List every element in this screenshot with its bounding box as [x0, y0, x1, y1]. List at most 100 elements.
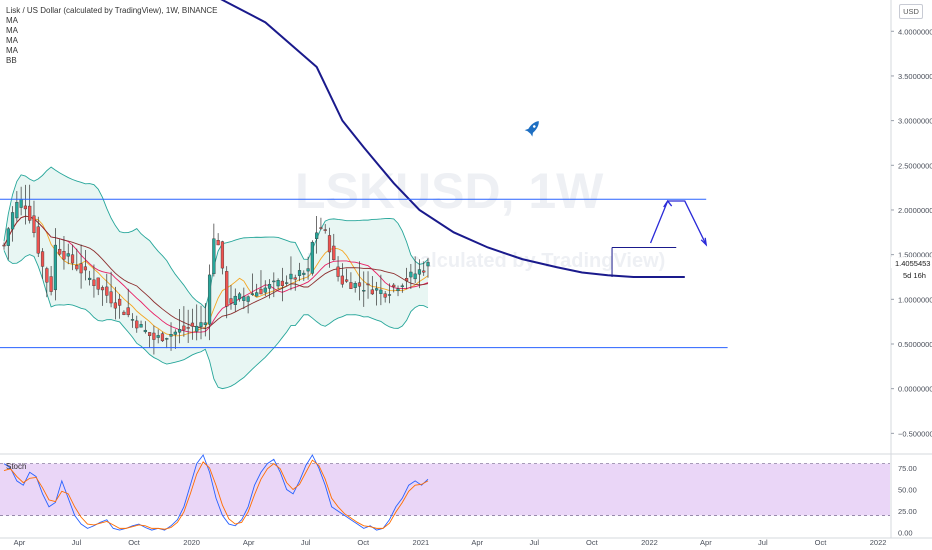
- candle-body: [426, 262, 430, 267]
- legend-ma-3[interactable]: MA: [6, 36, 217, 46]
- candle-body: [62, 250, 66, 260]
- candle-body: [165, 338, 169, 340]
- candle-body: [92, 279, 96, 287]
- candle-body: [267, 284, 272, 289]
- candle-body: [250, 293, 255, 295]
- price-chart-svg[interactable]: 4.0000000 3.5000000 3.0000000 2.5000000 2.00…: [0, 0, 932, 550]
- time-tick-label: 2022: [641, 538, 658, 547]
- time-tick-label: 2022: [870, 538, 887, 547]
- legend-ma-1[interactable]: MA: [6, 16, 217, 26]
- candle-body: [220, 241, 225, 269]
- candle-body: [15, 201, 19, 219]
- candle-body: [109, 291, 113, 304]
- candle-body: [345, 279, 349, 282]
- legend-ma-4[interactable]: MA: [6, 46, 217, 56]
- candle-body: [186, 327, 190, 329]
- candle-body: [23, 205, 28, 210]
- stoch-band: [0, 463, 890, 516]
- candle-body: [310, 241, 314, 274]
- candle-body: [49, 276, 53, 292]
- currency-button[interactable]: USD: [899, 4, 923, 19]
- stoch-panel: [0, 454, 890, 531]
- candle-body: [118, 298, 122, 306]
- candle-body: [79, 263, 83, 274]
- candle-body: [66, 253, 70, 257]
- stoch-label[interactable]: Stoch: [6, 462, 26, 471]
- candle-body: [315, 232, 319, 239]
- chart-area[interactable]: LSKUSD, 1W Lisk / US Dollar (calculated …: [0, 0, 932, 550]
- candle-body: [242, 296, 246, 301]
- candle-body: [139, 324, 143, 328]
- candle-body: [259, 288, 263, 295]
- time-tick-label: Jul: [72, 538, 82, 547]
- candle-body: [6, 228, 10, 246]
- candle-body: [285, 282, 289, 284]
- candle-body: [233, 295, 237, 305]
- candle-body: [396, 288, 400, 292]
- price-axis[interactable]: 4.0000000 3.5000000 3.0000000 2.5000000 2.00…: [891, 27, 932, 438]
- candle-body: [173, 331, 177, 335]
- candle-body: [336, 266, 340, 277]
- candle-body: [100, 287, 105, 291]
- candle-body: [199, 322, 203, 327]
- candle-body: [349, 282, 353, 289]
- candle-body: [152, 332, 156, 340]
- candle-body: [122, 311, 126, 315]
- bollinger-bands: [3, 166, 429, 390]
- arrow-annotation[interactable]: [649, 199, 708, 247]
- stoch-tick-label: 0.00: [898, 529, 913, 538]
- candle-body: [148, 332, 152, 336]
- candle-body: [319, 227, 323, 229]
- candle-body: [212, 238, 216, 275]
- candle-body: [237, 293, 242, 300]
- candle-body: [2, 244, 6, 247]
- candle-body: [400, 285, 404, 287]
- candle-body: [203, 322, 207, 325]
- candle-body: [96, 277, 100, 290]
- time-tick-label: Apr: [471, 538, 483, 547]
- legend-bb[interactable]: BB: [6, 56, 217, 66]
- candle-body: [289, 273, 293, 280]
- candle-body: [422, 270, 426, 273]
- candle-body: [392, 284, 396, 287]
- price-tick-label: 1.0000000: [898, 295, 932, 304]
- price-tick-label: 3.0000000: [898, 117, 932, 126]
- candle-body: [340, 275, 344, 285]
- time-axis[interactable]: Apr Jul Oct 2020 Apr Jul Oct 2021 Apr Jul Oct 2022 A…: [14, 538, 887, 547]
- candle-body: [246, 296, 250, 302]
- price-tick-label: 3.5000000: [898, 72, 932, 81]
- candle-body: [229, 298, 233, 304]
- candle-body: [75, 265, 79, 270]
- candle-body: [409, 271, 413, 278]
- time-tick-label: 2020: [183, 538, 200, 547]
- time-tick-label: Apr: [700, 538, 712, 547]
- candle-body: [293, 277, 297, 280]
- time-tick-label: Oct: [357, 538, 370, 547]
- candle-body: [40, 251, 45, 267]
- last-price-label: 1.4055453: [895, 259, 930, 268]
- legend-ma-2[interactable]: MA: [6, 26, 217, 36]
- candle-body: [130, 319, 135, 321]
- candle-body: [88, 277, 92, 280]
- price-tick-label: 0.5000000: [898, 340, 932, 349]
- candle-body: [280, 280, 284, 286]
- bb-fill: [4, 167, 428, 389]
- candle-body: [327, 235, 332, 253]
- candle-body: [332, 245, 336, 261]
- countdown-label: 5d 16h: [903, 271, 926, 280]
- legend-title[interactable]: Lisk / US Dollar (calculated by TradingV…: [6, 6, 217, 16]
- candle-body: [113, 302, 117, 309]
- time-tick-label: Jul: [758, 538, 768, 547]
- candle-body: [404, 278, 409, 282]
- candle-body: [177, 328, 182, 333]
- candle-body: [272, 280, 276, 283]
- price-tick-label: 2.5000000: [898, 161, 932, 170]
- candle-body: [263, 287, 267, 293]
- long-sma-line: [220, 0, 685, 278]
- arrow-path: [649, 200, 707, 246]
- price-tick-label: 2.0000000: [898, 206, 932, 215]
- candle-body: [302, 272, 306, 275]
- sma-long-path: [220, 0, 685, 278]
- candle-body: [143, 329, 147, 333]
- candle-body: [160, 333, 165, 342]
